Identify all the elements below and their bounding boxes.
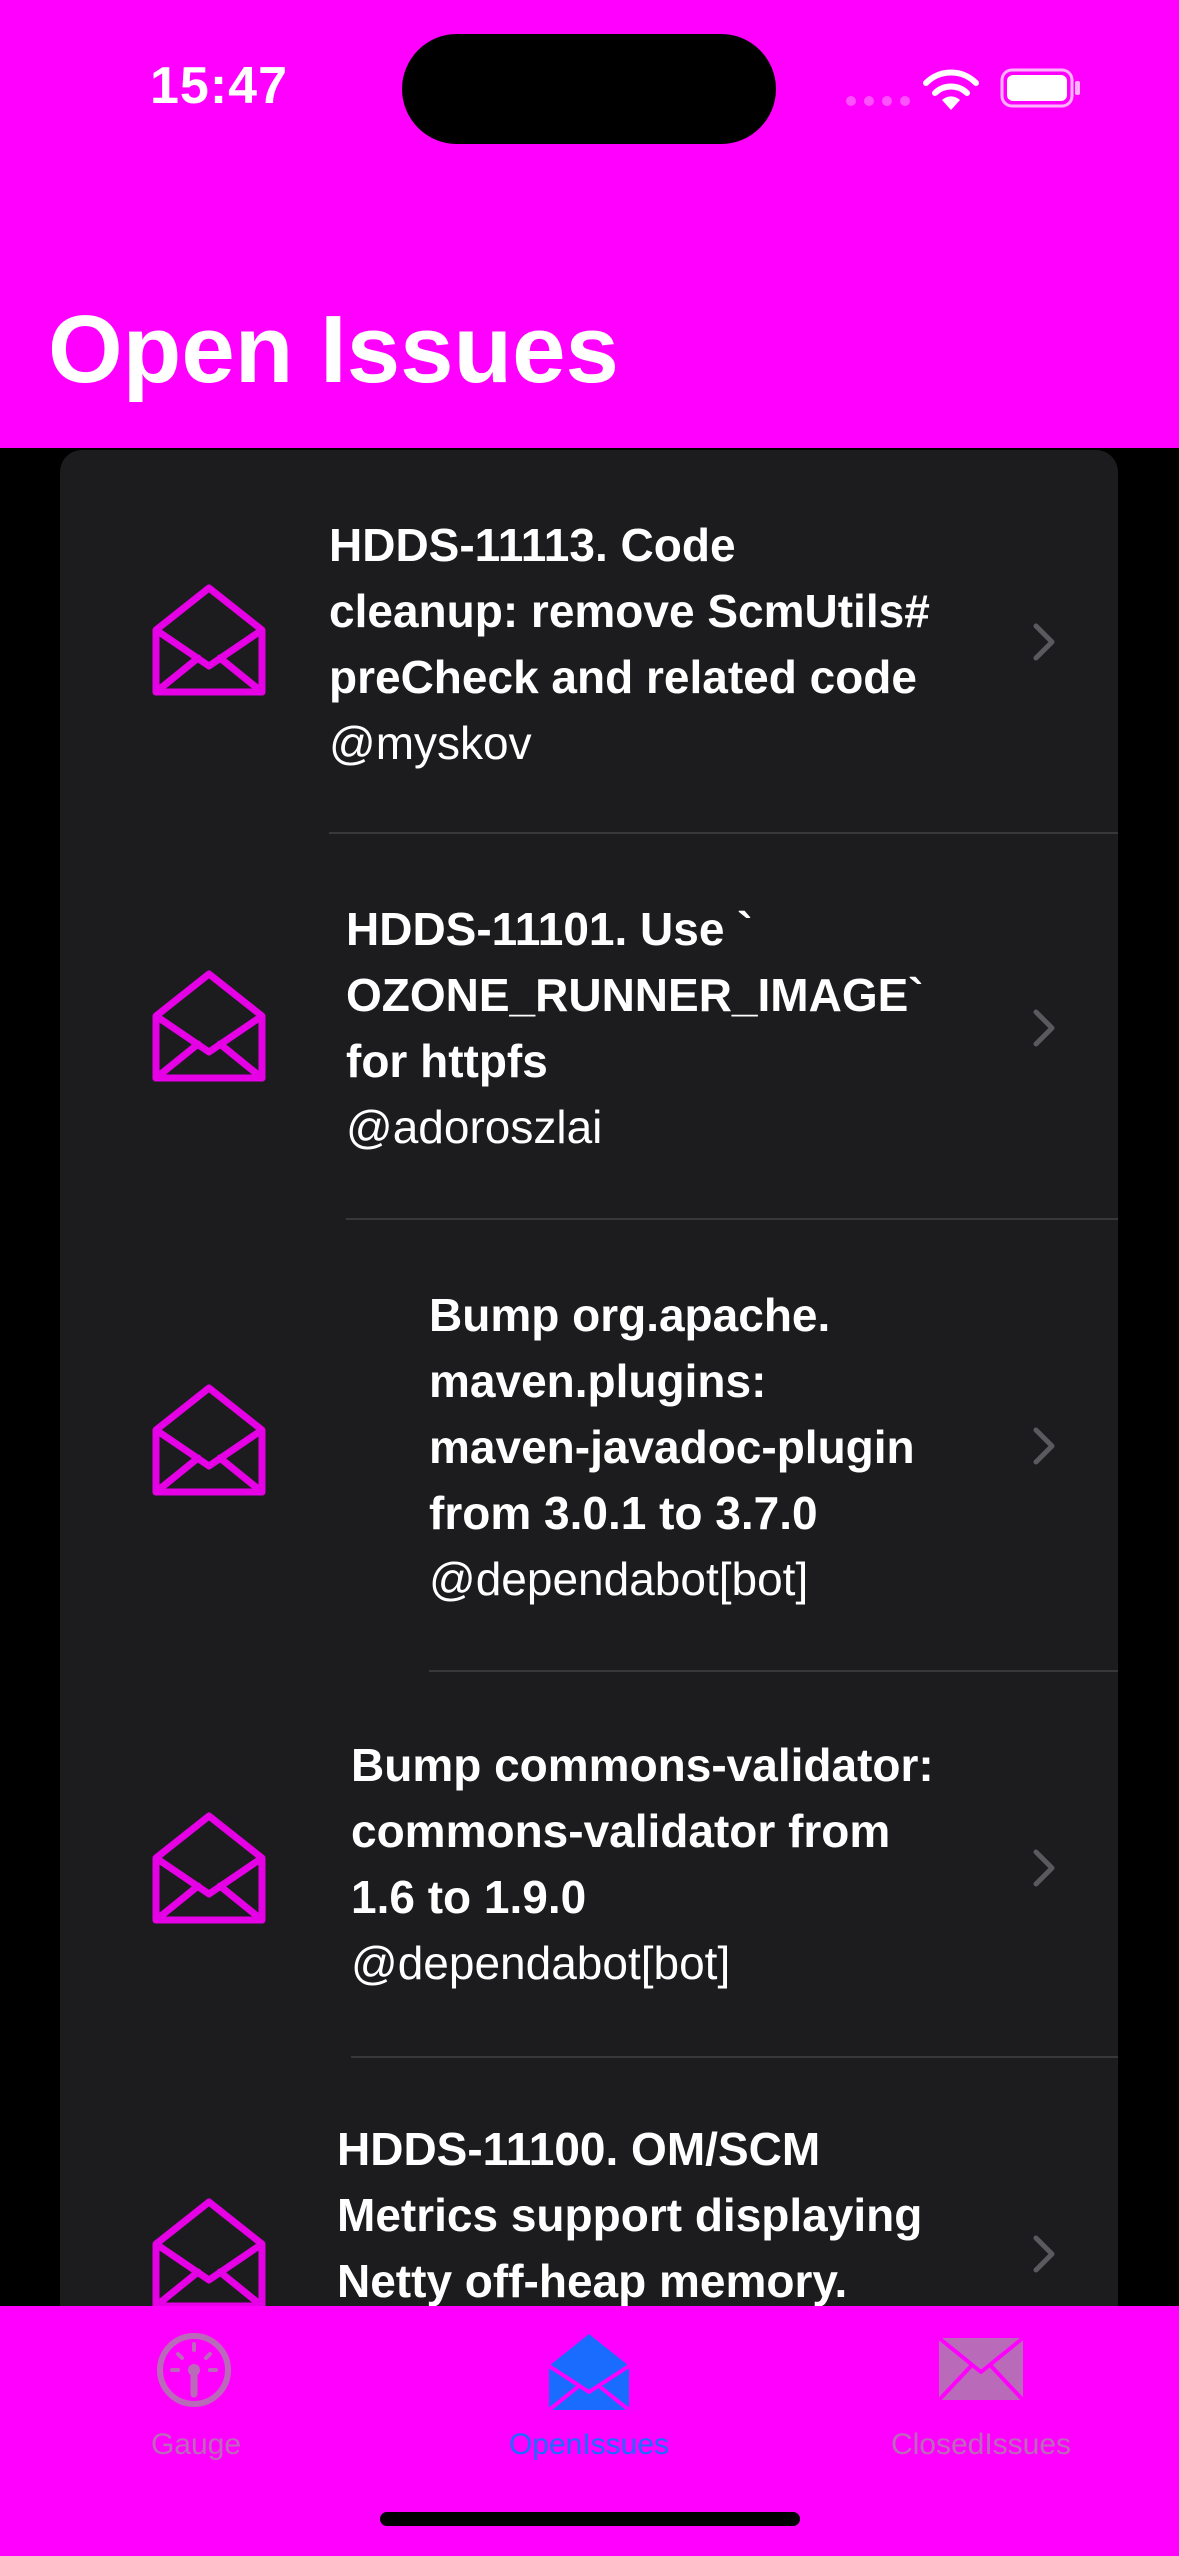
issue-row[interactable]: Bump commons-validator: commons-validato… bbox=[60, 1672, 1118, 2058]
issue-title-line: maven-javadoc-plugin bbox=[429, 1421, 915, 1473]
issue-title-line: for httpfs bbox=[346, 1035, 548, 1087]
home-indicator[interactable] bbox=[380, 2512, 800, 2526]
chevron-right-icon bbox=[1033, 1427, 1055, 1465]
page-title: Open Issues bbox=[48, 296, 619, 403]
issue-text: HDDS-11100. OM/SCM Metrics support displ… bbox=[337, 2116, 922, 2310]
envelope-closed-icon bbox=[937, 2336, 1025, 2402]
issue-title-line: Netty off-heap memory. bbox=[337, 2255, 848, 2307]
tab-closed-issues[interactable]: ClosedIssues bbox=[831, 2306, 1131, 2466]
issue-title-line: Metrics support displaying bbox=[337, 2189, 923, 2241]
issue-author: @dependabot[bot] bbox=[429, 1553, 809, 1605]
issue-title-line: Bump commons-validator: bbox=[351, 1739, 934, 1791]
issue-row[interactable]: HDDS-11101. Use ` OZONE_RUNNER_IMAGE` fo… bbox=[60, 834, 1118, 1220]
envelope-open-icon bbox=[152, 970, 266, 1082]
status-time: 15:47 bbox=[150, 57, 288, 115]
issue-title-line: Bump org.apache. bbox=[429, 1289, 831, 1341]
chevron-right-icon bbox=[1033, 2235, 1055, 2273]
issue-row[interactable]: Bump org.apache. maven.plugins: maven-ja… bbox=[60, 1220, 1118, 1672]
tab-label: Gauge bbox=[150, 2428, 242, 2461]
issue-text: Bump commons-validator: commons-validato… bbox=[351, 1732, 934, 1996]
issue-text: Bump org.apache. maven.plugins: maven-ja… bbox=[429, 1282, 915, 1612]
battery-icon bbox=[1000, 68, 1080, 108]
envelope-open-icon bbox=[152, 2198, 266, 2310]
tab-open-issues[interactable]: OpenIssues bbox=[439, 2306, 739, 2466]
chevron-right-icon bbox=[1033, 1009, 1055, 1047]
navigation-header: 15:47 Open Issues bbox=[0, 0, 1179, 448]
envelope-open-icon bbox=[547, 2334, 631, 2412]
envelope-open-icon bbox=[152, 1812, 266, 1924]
issue-author: @myskov bbox=[329, 717, 532, 769]
issue-text: HDDS-11113. Code cleanup: remove ScmUtil… bbox=[329, 512, 930, 776]
envelope-open-icon bbox=[152, 1384, 266, 1496]
chevron-right-icon bbox=[1033, 623, 1055, 661]
issue-title-line: commons-validator from bbox=[351, 1805, 891, 1857]
envelope-open-icon bbox=[152, 584, 266, 696]
issue-title-line: cleanup: remove ScmUtils# bbox=[329, 585, 930, 637]
issue-author: @dependabot[bot] bbox=[351, 1937, 731, 1989]
issue-title-line: preCheck and related code bbox=[329, 651, 917, 703]
issue-row[interactable]: HDDS-11100. OM/SCM Metrics support displ… bbox=[60, 2058, 1118, 2310]
issue-title-line: maven.plugins: bbox=[429, 1355, 767, 1407]
tab-label: OpenIssues bbox=[508, 2428, 670, 2461]
issue-title-line: HDDS-11101. Use ` bbox=[346, 903, 753, 955]
wifi-icon bbox=[923, 69, 979, 110]
issue-title-line: HDDS-11113. Code bbox=[329, 519, 736, 571]
gauge-icon bbox=[157, 2333, 231, 2407]
issue-title-line: 1.6 to 1.9.0 bbox=[351, 1871, 587, 1923]
issue-author: @adoroszlai bbox=[346, 1101, 603, 1153]
issue-title-line: HDDS-11100. OM/SCM bbox=[337, 2123, 821, 2175]
dynamic-island bbox=[402, 34, 776, 144]
tab-gauge[interactable]: Gauge bbox=[46, 2306, 346, 2466]
issue-title-line: OZONE_RUNNER_IMAGE` bbox=[346, 969, 924, 1021]
issue-text: HDDS-11101. Use ` OZONE_RUNNER_IMAGE` fo… bbox=[346, 896, 924, 1160]
app-screen: 15:47 Open Issues HDDS-11113. Code clean… bbox=[0, 0, 1179, 2556]
chevron-right-icon bbox=[1033, 1849, 1055, 1887]
cellular-signal-icon bbox=[846, 96, 910, 106]
tab-label: ClosedIssues bbox=[890, 2428, 1072, 2461]
issues-list[interactable]: HDDS-11113. Code cleanup: remove ScmUtil… bbox=[60, 450, 1118, 2310]
issue-row[interactable]: HDDS-11113. Code cleanup: remove ScmUtil… bbox=[60, 450, 1118, 834]
issue-title-line: from 3.0.1 to 3.7.0 bbox=[429, 1487, 818, 1539]
